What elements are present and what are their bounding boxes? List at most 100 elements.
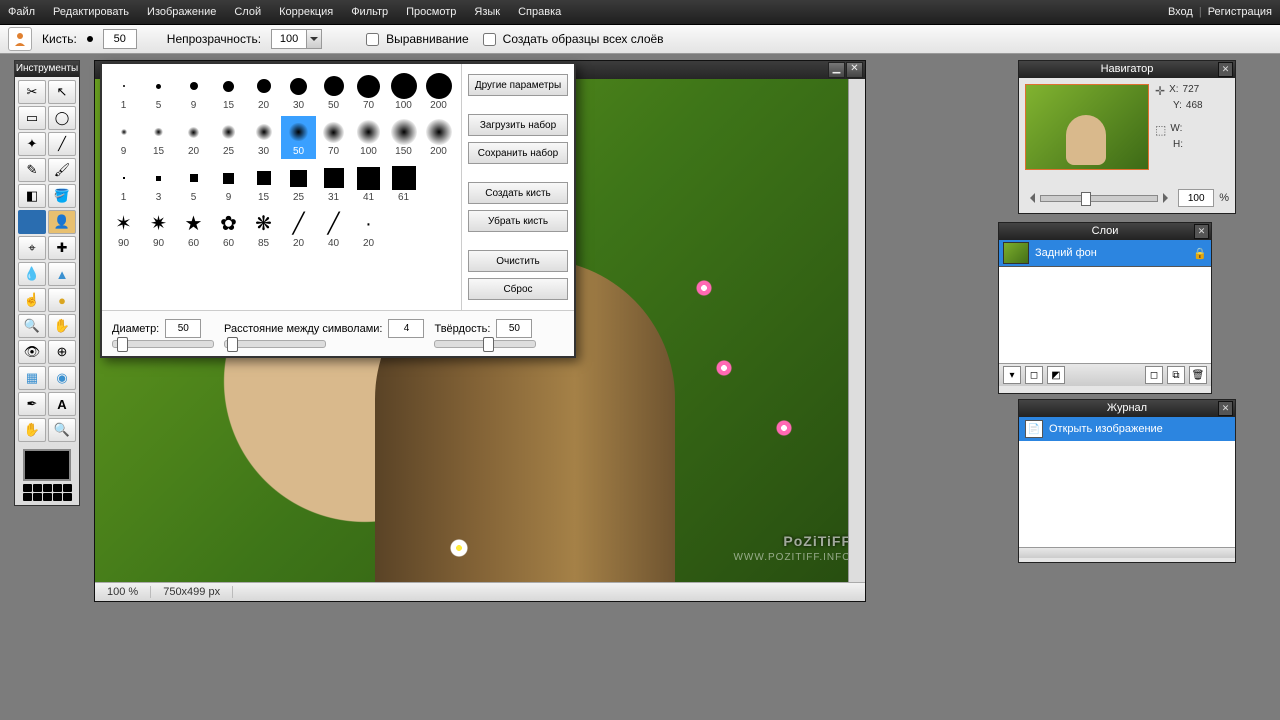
layer-opt-button[interactable]: ▾ bbox=[1003, 366, 1021, 384]
mini-swatches[interactable] bbox=[23, 484, 72, 501]
brush-preset-200[interactable]: 200 bbox=[421, 70, 456, 113]
tool-heal[interactable]: ✚ bbox=[48, 236, 76, 260]
brush-preset-40[interactable]: ╱40 bbox=[316, 208, 351, 251]
diameter-slider[interactable] bbox=[112, 340, 214, 348]
zoom-in-icon[interactable] bbox=[1163, 193, 1173, 203]
menu-filter[interactable]: Фильтр bbox=[351, 6, 388, 18]
brush-preset-61[interactable]: 61 bbox=[386, 162, 421, 205]
brush-preset-70[interactable]: 70 bbox=[316, 116, 351, 159]
navigator-thumbnail[interactable] bbox=[1025, 84, 1149, 170]
tool-eyedrop[interactable]: ✒ bbox=[18, 392, 46, 416]
brush-preset-20[interactable]: ·20 bbox=[351, 208, 386, 251]
remove-brush-button[interactable]: Убрать кисть bbox=[468, 210, 568, 232]
zoom-out-icon[interactable] bbox=[1025, 193, 1035, 203]
diameter-input[interactable] bbox=[165, 319, 201, 338]
hardness-input[interactable] bbox=[496, 319, 532, 338]
tool-crop[interactable]: ✂ bbox=[18, 80, 46, 104]
brush-preset-3[interactable]: 3 bbox=[141, 162, 176, 205]
tool-dodge[interactable]: 🔍 bbox=[18, 314, 46, 338]
brush-preset-50[interactable]: 50 bbox=[316, 70, 351, 113]
layer-mask-button[interactable]: ◻ bbox=[1025, 366, 1043, 384]
spacing-input[interactable] bbox=[388, 319, 424, 338]
tool-lasso[interactable]: ◯ bbox=[48, 106, 76, 130]
menu-edit[interactable]: Редактировать bbox=[53, 6, 129, 18]
zoom-slider[interactable] bbox=[1040, 195, 1158, 202]
brush-preset-60[interactable]: ✿60 bbox=[211, 208, 246, 251]
brush-preset-20[interactable]: 20 bbox=[176, 116, 211, 159]
register-link[interactable]: Регистрация bbox=[1208, 6, 1272, 18]
close-button[interactable]: ✕ bbox=[846, 62, 863, 78]
brush-preset-9[interactable]: 9 bbox=[176, 70, 211, 113]
brush-preset-15[interactable]: 15 bbox=[246, 162, 281, 205]
tool-blur-circ[interactable]: ◉ bbox=[48, 366, 76, 390]
tool-line[interactable]: ╱ bbox=[48, 132, 76, 156]
brush-preset-100[interactable]: 100 bbox=[351, 116, 386, 159]
tool-brush[interactable]: 🖌 bbox=[48, 158, 76, 182]
login-link[interactable]: Вход bbox=[1168, 6, 1193, 18]
tool-zoom[interactable]: 🔍 bbox=[48, 418, 76, 442]
close-icon[interactable]: ✕ bbox=[1218, 62, 1233, 77]
brush-preset-150[interactable]: 150 bbox=[386, 116, 421, 159]
clear-button[interactable]: Очистить bbox=[468, 250, 568, 272]
lock-icon[interactable]: 🔒 bbox=[1193, 247, 1207, 260]
new-layer-button[interactable]: ◻ bbox=[1145, 366, 1163, 384]
tool-rect-select[interactable]: ▭ bbox=[18, 106, 46, 130]
brush-preset-30[interactable]: 30 bbox=[246, 116, 281, 159]
menu-help[interactable]: Справка bbox=[518, 6, 561, 18]
tool-wand[interactable]: ✦ bbox=[18, 132, 46, 156]
menu-correct[interactable]: Коррекция bbox=[279, 6, 333, 18]
menu-file[interactable]: Файл bbox=[8, 6, 35, 18]
tool-spot[interactable]: ⊕ bbox=[48, 340, 76, 364]
brush-preset-31[interactable]: 31 bbox=[316, 162, 351, 205]
brush-preset-90[interactable]: ✶90 bbox=[106, 208, 141, 251]
brush-preset-200[interactable]: 200 bbox=[421, 116, 456, 159]
brush-preset-1[interactable]: 1 bbox=[106, 70, 141, 113]
tool-text[interactable]: A bbox=[48, 392, 76, 416]
sample-all-checkbox[interactable]: Создать образцы всех слоёв bbox=[479, 30, 664, 49]
close-icon[interactable]: ✕ bbox=[1194, 224, 1209, 239]
tool-clone[interactable]: ⌖ bbox=[18, 236, 46, 260]
opacity-input[interactable] bbox=[272, 30, 306, 48]
tool-pencil[interactable]: ✎ bbox=[18, 158, 46, 182]
reset-button[interactable]: Сброс bbox=[468, 278, 568, 300]
history-item-open[interactable]: 📄 Открыть изображение bbox=[1019, 417, 1235, 441]
menu-image[interactable]: Изображение bbox=[147, 6, 216, 18]
brush-preset-85[interactable]: ❋85 bbox=[246, 208, 281, 251]
align-checkbox[interactable]: Выравнивание bbox=[362, 30, 469, 49]
other-params-button[interactable]: Другие параметры bbox=[468, 74, 568, 96]
menu-view[interactable]: Просмотр bbox=[406, 6, 456, 18]
tool-eraser[interactable]: ◧ bbox=[18, 184, 46, 208]
brush-preset-90[interactable]: ✷90 bbox=[141, 208, 176, 251]
tool-smudge[interactable]: ☝ bbox=[18, 288, 46, 312]
brush-preset-5[interactable]: 5 bbox=[141, 70, 176, 113]
tool-blur-rect[interactable]: ▦ bbox=[18, 366, 46, 390]
load-set-button[interactable]: Загрузить набор bbox=[468, 114, 568, 136]
brush-preset-9[interactable]: 9 bbox=[106, 116, 141, 159]
brush-preset-41[interactable]: 41 bbox=[351, 162, 386, 205]
tool-move[interactable]: ↖ bbox=[48, 80, 76, 104]
brush-preset-9[interactable]: 9 bbox=[211, 162, 246, 205]
brush-preset-50[interactable]: 50 bbox=[281, 116, 316, 159]
brush-preset-15[interactable]: 15 bbox=[141, 116, 176, 159]
close-icon[interactable]: ✕ bbox=[1218, 401, 1233, 416]
brush-size-input[interactable] bbox=[103, 29, 137, 49]
user-icon[interactable] bbox=[8, 27, 32, 51]
menu-layer[interactable]: Слой bbox=[234, 6, 261, 18]
canvas-scrollbar[interactable] bbox=[848, 79, 865, 583]
tool-blur-drop[interactable]: 💧 bbox=[18, 262, 46, 286]
brush-preset-20[interactable]: 20 bbox=[246, 70, 281, 113]
brush-preset-70[interactable]: 70 bbox=[351, 70, 386, 113]
brush-preset-25[interactable]: 25 bbox=[211, 116, 246, 159]
brush-preset-15[interactable]: 15 bbox=[211, 70, 246, 113]
zoom-input[interactable] bbox=[1178, 189, 1214, 207]
brush-preset-100[interactable]: 100 bbox=[386, 70, 421, 113]
create-brush-button[interactable]: Создать кисть bbox=[468, 182, 568, 204]
tool-redeye[interactable]: 👁 bbox=[18, 340, 46, 364]
hardness-slider[interactable] bbox=[434, 340, 536, 348]
dup-layer-button[interactable]: ⧉ bbox=[1167, 366, 1185, 384]
layer-row-background[interactable]: Задний фон 🔒 bbox=[999, 240, 1211, 267]
dropdown-icon[interactable] bbox=[306, 30, 321, 48]
brush-preset-25[interactable]: 25 bbox=[281, 162, 316, 205]
opacity-select[interactable] bbox=[271, 29, 322, 49]
tool-bucket[interactable]: 🪣 bbox=[48, 184, 76, 208]
